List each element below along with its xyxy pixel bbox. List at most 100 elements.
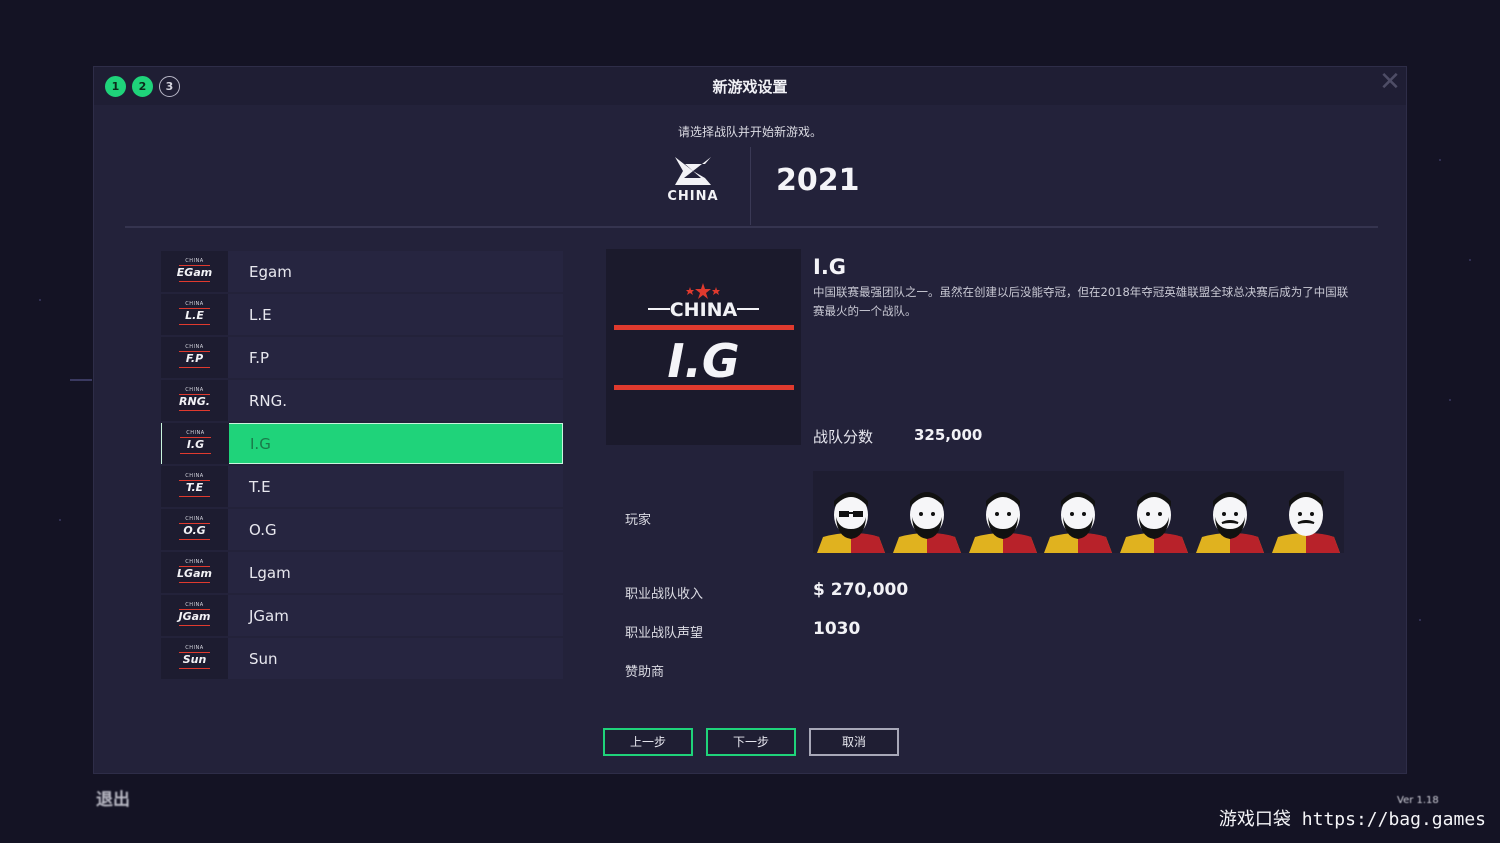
team-logo-china: CHINA [185,387,204,393]
team-logo-name: L.E [185,309,204,322]
mustache-avatar[interactable] [1268,471,1344,553]
team-row-sun[interactable]: CHINA Sun Sun [161,638,563,679]
team-score-value: 325,000 [914,426,983,444]
team-logo-bar [179,668,210,669]
team-logo-china: CHINA [185,473,204,479]
team-logo-bar [179,367,210,368]
team-name: O.G [249,520,277,539]
selected-team-name: I.G [813,255,847,279]
team-logo-name: JGam [178,610,211,623]
reputation-value: 1030 [813,619,861,639]
team-name: Lgam [249,563,291,582]
team-row-rng[interactable]: CHINA RNG. RNG. [161,380,563,421]
team-logo-name: T.E [185,481,204,494]
full-beard-avatar[interactable] [889,471,965,553]
sponsor-label: 赞助商 [625,665,665,680]
team-row-og[interactable]: CHINA O.G O.G [161,509,563,550]
team-logo-china: CHINA [185,301,204,307]
team-logo-icon: CHINA Sun [161,638,228,679]
watermark: 游戏口袋 https://bag.games [1219,805,1486,831]
next-step-button[interactable]: 下一步 [706,728,796,756]
team-logo-icon: CHINA EGam [161,251,228,292]
selected-team-description: 中国联赛最强团队之一。虽然在创建以后没能夺冠，但在2018年夺冠英雄联盟全球总决… [813,285,1349,318]
team-logo-name: EGam [176,266,213,279]
beard-avatar[interactable] [1116,471,1192,553]
team-logo-bar [179,496,210,497]
cancel-button[interactable]: 取消 [809,728,899,756]
team-logo-icon: CHINA L.E [161,294,228,335]
team-row-te[interactable]: CHINA T.E T.E [161,466,563,507]
team-list: CHINA EGam Egam CHINA L.E L.E CHINA F.P F.P CHINA… [161,251,563,681]
new-game-dialog: 1 2 3 新游戏设置 ✕ 请选择战队并开始新游戏。 CHINA 2021 CH… [93,66,1407,774]
team-name: L.E [249,305,272,324]
team-logo-name: O.G [183,524,206,537]
team-score-label: 战队分数 [813,428,874,446]
team-row-le[interactable]: CHINA L.E L.E [161,294,563,335]
team-logo-name: LGam [177,567,212,580]
team-name: T.E [249,477,271,496]
goatee-avatar[interactable] [1040,471,1116,553]
team-row-lgam[interactable]: CHINA LGam Lgam [161,552,563,593]
income-label: 职业战队收入 [625,587,704,602]
team-logo-bar [179,625,210,626]
header-divider [750,147,751,225]
selected-team-logo: CHINA I.G [606,249,801,445]
exit-button[interactable]: 退出 [96,785,130,810]
team-logo-china: CHINA [185,344,204,350]
team-logo-icon: CHINA O.G [161,509,228,550]
team-logo-china: CHINA [185,516,204,522]
team-name: Sun [249,649,278,668]
team-row-fp[interactable]: CHINA F.P F.P [161,337,563,378]
team-logo-bar [179,582,210,583]
team-logo-icon: CHINA RNG. [161,380,228,421]
team-logo-bar [179,324,210,325]
logo-china-text: CHINA [670,299,738,321]
close-icon[interactable]: ✕ [1378,69,1402,95]
watermark-cn: 游戏口袋 [1218,809,1291,830]
dialog-title: 新游戏设置 [712,78,788,96]
reputation-label: 职业战队声望 [625,626,704,641]
team-logo-icon: CHINA JGam [161,595,228,636]
team-logo-china: CHINA [185,602,204,608]
players-label: 玩家 [625,513,652,528]
logo-team-text: I.G [667,334,739,388]
team-logo-bar [179,410,210,411]
team-logo-name: Sun [182,653,207,666]
income-value: $ 270,000 [813,580,909,600]
team-logo-icon: CHINA I.G [162,423,229,464]
team-name: RNG. [249,391,288,410]
league-logo-text: CHINA [667,189,719,204]
team-row-ig[interactable]: CHINA I.G I.G [161,423,563,464]
dialog-subtitle: 请选择战队并开始新游戏。 [677,125,822,139]
team-logo-name: I.G [186,438,205,451]
section-divider [125,226,1378,228]
team-logo-bar [180,453,211,454]
team-name: JGam [249,606,289,625]
mustache-beard-avatar[interactable] [1192,471,1268,553]
team-name: I.G [250,434,271,453]
team-row-egam[interactable]: CHINA EGam Egam [161,251,563,292]
team-logo-china: CHINA [185,258,204,264]
prev-step-button[interactable]: 上一步 [603,728,693,756]
watermark-url: https://bag.games [1301,809,1486,830]
team-logo-icon: CHINA F.P [161,337,228,378]
team-logo-bar [179,539,210,540]
league-emblem-icon [675,157,711,185]
team-logo-bar [179,281,210,282]
player-roster [813,471,1344,553]
team-logo-icon: CHINA LGam [161,552,228,593]
dialog-header: 1 2 3 新游戏设置 ✕ [94,67,1406,105]
season-year: 2021 [776,163,860,198]
team-logo-china: CHINA [185,645,204,651]
team-row-jgam[interactable]: CHINA JGam JGam [161,595,563,636]
sunglasses-beard-avatar[interactable] [813,471,889,553]
full-beard-avatar[interactable] [965,471,1041,553]
team-logo-icon: CHINA T.E [161,466,228,507]
team-name: Egam [249,262,292,281]
team-logo-china: CHINA [186,430,205,436]
team-name: F.P [249,348,270,367]
team-logo-china: CHINA [185,559,204,565]
team-logo-name: RNG. [179,395,210,408]
league-logo: CHINA [665,155,721,207]
team-logo-name: F.P [185,352,204,365]
